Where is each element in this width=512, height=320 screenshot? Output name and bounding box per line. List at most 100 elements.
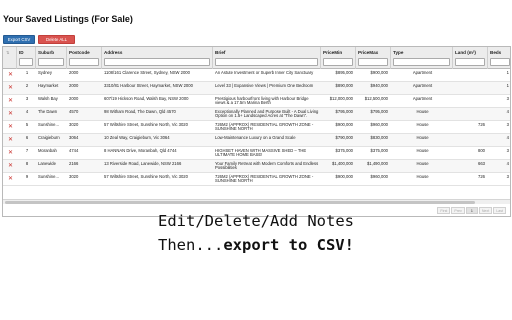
beds-cell[interactable]: 3 — [488, 95, 510, 108]
brief-filter-input[interactable] — [215, 58, 318, 66]
id-cell[interactable]: 7 — [17, 147, 36, 160]
type-cell[interactable]: Apartment — [391, 69, 453, 82]
address-cell[interactable]: 607/19 Hickson Road, Walsh Bay, NSW 2000 — [102, 95, 213, 108]
delete-row-cell[interactable]: ✕ — [3, 134, 17, 147]
delete-row-icon[interactable]: ✕ — [5, 123, 16, 130]
suburb-cell[interactable]: Moranbah — [36, 147, 67, 160]
delete-row-cell[interactable]: ✕ — [3, 108, 17, 121]
delete-row-cell[interactable]: ✕ — [3, 160, 17, 173]
suburb-cell[interactable]: The Dawn — [36, 108, 67, 121]
pricemin-cell[interactable]: $375,000 — [321, 147, 356, 160]
table-row[interactable]: ✕ 3 Walsh Bay 2000 607/19 Hickson Road, Wals… — [3, 95, 510, 108]
table-row[interactable]: ✕ 6 Craigieburn 3064 10 Zeal Way, Craigiebur… — [3, 134, 510, 147]
suburb-cell[interactable]: Sydney — [36, 69, 67, 82]
type-cell[interactable]: Apartment — [391, 95, 453, 108]
pricemax-cell[interactable]: $960,000 — [356, 173, 391, 186]
pricemin-cell[interactable]: $895,000 — [321, 69, 356, 82]
address-cell[interactable]: 10 Zeal Way, Craigieburn, Vic 3064 — [102, 134, 213, 147]
pricemax-cell[interactable]: $960,000 — [356, 121, 391, 134]
column-header-id[interactable]: ID — [17, 47, 36, 69]
pricemin-cell[interactable]: $12,000,000 — [321, 95, 356, 108]
column-header-suburb[interactable]: Suburb — [36, 47, 67, 69]
suburb-cell[interactable]: Craigieburn — [36, 134, 67, 147]
pricemax-cell[interactable]: $795,000 — [356, 108, 391, 121]
id-cell[interactable]: 2 — [17, 82, 36, 95]
land-cell[interactable]: 800 — [453, 147, 488, 160]
brief-cell[interactable]: Low-Maintenance Luxury on a Grand Scale — [213, 134, 321, 147]
brief-cell[interactable]: Exceptionally Planned and Purpose Built … — [213, 108, 321, 121]
address-cell[interactable]: 57 Wiltshire Street, Sunshine North, Vic… — [102, 121, 213, 134]
postcode-filter-input[interactable] — [69, 58, 99, 66]
column-header-brief[interactable]: Brief — [213, 47, 321, 69]
delete-row-cell[interactable]: ✕ — [3, 69, 17, 82]
land-cell[interactable] — [453, 95, 488, 108]
delete-row-icon[interactable]: ✕ — [5, 149, 16, 156]
delete-row-icon[interactable]: ✕ — [5, 97, 16, 104]
type-cell[interactable]: House — [391, 134, 453, 147]
address-cell[interactable]: 98 Witham Road, The Dawn, Qld 4570 — [102, 108, 213, 121]
beds-cell[interactable]: 3 — [488, 121, 510, 134]
beds-cell[interactable]: 1 — [488, 69, 510, 82]
brief-cell[interactable]: Prestigious harbourfront living with Har… — [213, 95, 321, 108]
delete-row-icon[interactable]: ✕ — [5, 162, 16, 169]
address-cell[interactable]: 8 HANNAN Drive, Moranbah, Qld 4744 — [102, 147, 213, 160]
beds-cell[interactable]: 4 — [488, 108, 510, 121]
pricemin-filter-input[interactable] — [323, 58, 353, 66]
type-cell[interactable]: House — [391, 147, 453, 160]
delete-all-button[interactable]: Delete ALL — [38, 35, 75, 44]
postcode-cell[interactable]: 4570 — [67, 108, 102, 121]
horizontal-scrollbar[interactable] — [3, 199, 510, 204]
pricemax-cell[interactable]: $1,490,000 — [356, 160, 391, 173]
beds-cell[interactable]: 3 — [488, 147, 510, 160]
suburb-cell[interactable]: Sunshine... — [36, 121, 67, 134]
pricemin-cell[interactable]: $1,400,000 — [321, 160, 356, 173]
id-cell[interactable]: 8 — [17, 160, 36, 173]
postcode-cell[interactable]: 3020 — [67, 121, 102, 134]
delete-row-icon[interactable]: ✕ — [5, 175, 16, 182]
column-header-address[interactable]: Address — [102, 47, 213, 69]
delete-row-cell[interactable]: ✕ — [3, 82, 17, 95]
delete-row-icon[interactable]: ✕ — [5, 84, 16, 91]
table-row[interactable]: ✕ 7 Moranbah 4744 8 HANNAN Drive, Moranbah, … — [3, 147, 510, 160]
land-cell[interactable] — [453, 108, 488, 121]
address-cell[interactable]: 57 Wiltshire Street, Sunshine North, Vic… — [102, 173, 213, 186]
table-row[interactable]: ✕ 4 The Dawn 4570 98 Witham Road, The Dawn, … — [3, 108, 510, 121]
delete-row-icon[interactable]: ✕ — [5, 110, 16, 117]
pricemax-cell[interactable]: $830,000 — [356, 134, 391, 147]
suburb-filter-input[interactable] — [38, 58, 64, 66]
delete-row-cell[interactable]: ✕ — [3, 95, 17, 108]
suburb-cell[interactable]: Haymarket — [36, 82, 67, 95]
brief-cell[interactable]: An Astute Investment or Superb Inner Cit… — [213, 69, 321, 82]
column-header-land[interactable]: Land (m²) — [453, 47, 488, 69]
land-cell[interactable]: 726 — [453, 121, 488, 134]
address-cell[interactable]: 13 Riverside Road, Lanewide, NSW 2166 — [102, 160, 213, 173]
brief-cell[interactable]: Your Family Retreat with Modern Comforts… — [213, 160, 321, 173]
beds-cell[interactable]: 1 — [488, 82, 510, 95]
type-cell[interactable]: House — [391, 108, 453, 121]
type-filter-input[interactable] — [393, 58, 450, 66]
suburb-cell[interactable]: Lanewide — [36, 160, 67, 173]
delete-row-cell[interactable]: ✕ — [3, 147, 17, 160]
land-cell[interactable]: 663 — [453, 160, 488, 173]
postcode-cell[interactable]: 2000 — [67, 69, 102, 82]
type-cell[interactable]: House — [391, 173, 453, 186]
beds-cell[interactable]: 4 — [488, 134, 510, 147]
postcode-cell[interactable]: 3020 — [67, 173, 102, 186]
pricemax-cell[interactable]: $375,000 — [356, 147, 391, 160]
column-header-type[interactable]: Type — [391, 47, 453, 69]
column-header-delete[interactable]: ⇅ — [3, 47, 17, 69]
id-cell[interactable]: 9 — [17, 173, 36, 186]
beds-cell[interactable]: 3 — [488, 173, 510, 186]
delete-row-icon[interactable]: ✕ — [5, 136, 16, 143]
table-row[interactable]: ✕ 9 Sunshine... 3020 57 Wiltshire Street, Su… — [3, 173, 510, 186]
pricemin-cell[interactable]: $795,000 — [321, 108, 356, 121]
postcode-cell[interactable]: 4744 — [67, 147, 102, 160]
brief-cell[interactable]: HIGHSET HAVEN WITH MASSIVE SHED – THE UL… — [213, 147, 321, 160]
type-cell[interactable]: House — [391, 160, 453, 173]
id-cell[interactable]: 5 — [17, 121, 36, 134]
pricemin-cell[interactable]: $900,000 — [321, 173, 356, 186]
pricemax-cell[interactable]: $900,000 — [356, 69, 391, 82]
delete-row-icon[interactable]: ✕ — [5, 71, 16, 78]
id-cell[interactable]: 1 — [17, 69, 36, 82]
id-cell[interactable]: 6 — [17, 134, 36, 147]
